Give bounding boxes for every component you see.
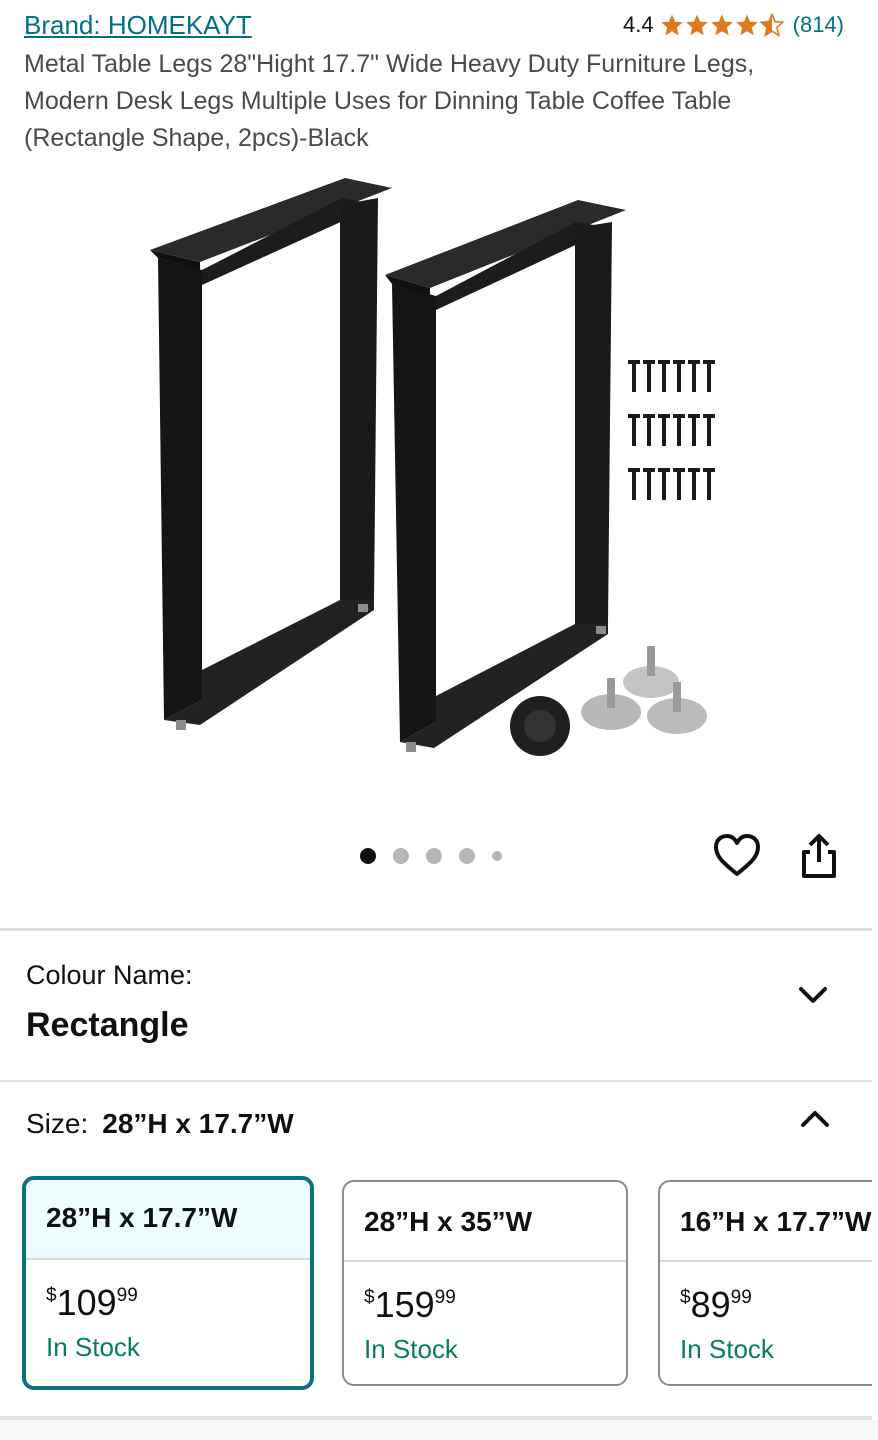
image-carousel-dots[interactable] [360,848,519,864]
section-divider [0,928,872,931]
share-icon[interactable] [796,832,842,880]
star-icon [735,14,758,36]
size-option-3[interactable]: 16”H x 17.7”W $8999 In Stock [658,1180,872,1386]
product-title: Metal Table Legs 28"Hight 17.7" Wide Hea… [24,50,755,152]
size-option-price: $10999 [46,1282,138,1323]
carousel-dot-4[interactable] [459,848,475,864]
star-icon [710,14,733,36]
section-divider [0,1080,872,1082]
size-option-1[interactable]: 28”H x 17.7”W $10999 In Stock [22,1176,314,1390]
chevron-down-icon[interactable] [796,980,830,1010]
brand-link[interactable]: Brand: HOMEKAYT [24,10,252,41]
star-icon [685,14,708,36]
size-option-stock: In Stock [364,1334,458,1364]
half-star-icon [759,13,784,37]
size-option-2[interactable]: 28”H x 35”W $15999 In Stock [342,1180,628,1386]
size-label: Size: [26,1108,89,1139]
size-row: Size: 28”H x 17.7”W [26,1108,294,1140]
heart-icon[interactable] [712,832,762,880]
rating-count[interactable]: (814) [793,12,844,38]
size-value: 28”H x 17.7”W [102,1108,294,1139]
size-option-price: $15999 [364,1284,456,1325]
size-options: 28”H x 17.7”W $10999 In Stock 28”H x 35”… [0,1176,872,1392]
size-option-name: 16”H x 17.7”W [660,1182,872,1262]
table-leg-left [150,178,392,730]
star-icon [660,14,683,36]
product-header: Brand: HOMEKAYT 4.4 (814) [24,8,844,42]
rating-stars [660,13,785,37]
size-option-stock: In Stock [46,1332,140,1362]
rating[interactable]: 4.4 (814) [623,12,844,38]
carousel-dot-1[interactable] [360,848,376,864]
size-option-name: 28”H x 35”W [344,1182,626,1262]
size-option-name: 28”H x 17.7”W [26,1180,310,1260]
size-option-price: $8999 [680,1284,752,1325]
product-image[interactable] [0,165,878,805]
rating-value: 4.4 [623,12,654,37]
chevron-up-icon[interactable] [798,1104,832,1134]
carousel-dot-5[interactable] [492,851,502,861]
table-leg-right [385,200,626,752]
size-option-stock: In Stock [680,1334,774,1364]
screws [628,360,715,500]
next-section-edge [0,1420,878,1440]
colour-label: Colour Name: [26,960,193,990]
carousel-dot-2[interactable] [393,848,409,864]
colour-value: Rectangle [26,1006,189,1044]
carousel-dot-3[interactable] [426,848,442,864]
